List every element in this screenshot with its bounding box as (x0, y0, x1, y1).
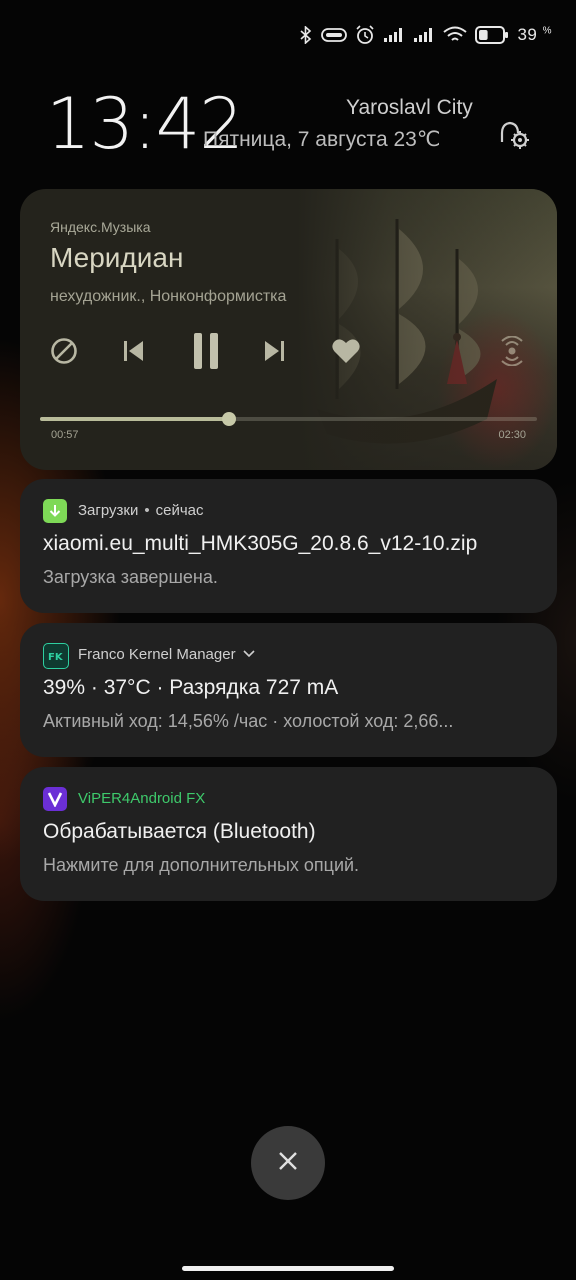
svg-text:FK: FK (48, 652, 64, 663)
dislike-button[interactable] (46, 335, 82, 371)
clear-all-button[interactable] (251, 1126, 325, 1200)
like-button[interactable] (328, 335, 364, 371)
next-icon (261, 338, 287, 369)
signal-icon (413, 27, 435, 43)
separator-dot: • (144, 502, 150, 519)
total-time: 02:30 (498, 429, 526, 441)
viper-app-icon (43, 787, 67, 811)
notification-app-name: Загрузки (78, 502, 139, 519)
date-and-temperature[interactable]: Пятница, 7 августа 23℃ (203, 127, 440, 152)
downloads-app-icon (43, 499, 67, 523)
notification-text: Активный ход: 14,56% /час · холостой ход… (43, 711, 454, 731)
wifi-icon (443, 26, 468, 44)
close-icon (276, 1149, 300, 1178)
notification-title: 39% · 37°C · Разрядка 727 mA (43, 676, 339, 699)
notification-app-header: Загрузки • сейчас (78, 502, 204, 519)
seek-bar[interactable] (40, 412, 537, 426)
notification-downloads[interactable]: Загрузки • сейчас xiaomi.eu_multi_HMK305… (20, 479, 557, 613)
alarm-icon (355, 25, 375, 45)
notification-viper4android[interactable]: ViPER4Android FX Обрабатывается (Bluetoo… (20, 767, 557, 901)
battery-percentage: 39 % (517, 25, 552, 44)
next-button[interactable] (256, 335, 292, 371)
music-app-name: Яндекс.Музыка (50, 219, 151, 235)
notification-text: Загрузка завершена. (43, 567, 218, 587)
status-bar: 39 % (299, 20, 552, 50)
settings-button[interactable] (496, 116, 532, 152)
block-icon (50, 337, 78, 370)
weather-city[interactable]: Yaroslavl City (346, 96, 473, 120)
seek-bar-thumb[interactable] (221, 412, 236, 426)
clock[interactable]: 13:42 (46, 84, 244, 164)
pause-icon (191, 332, 221, 375)
notification-shade: 39 % 13:42 Yaroslavl City Пятница, 7 авг… (0, 0, 576, 1280)
cast-icon (497, 335, 527, 371)
notification-text: Нажмите для дополнительных опций. (43, 855, 360, 875)
notification-app-name: ViPER4Android FX (78, 790, 206, 807)
notification-title: xiaomi.eu_multi_HMK305G_20.8.6_v12-10.zi… (43, 532, 478, 555)
previous-button[interactable] (116, 335, 152, 371)
vpn-key-icon (321, 27, 348, 43)
notification-app-name: Franco Kernel Manager (78, 646, 236, 663)
notification-app-header: ViPER4Android FX (78, 790, 205, 807)
previous-icon (121, 338, 147, 369)
notification-title: Обрабатывается (Bluetooth) (43, 820, 316, 843)
pause-button[interactable] (186, 332, 226, 371)
notification-franco-kernel[interactable]: FK Franco Kernel Manager 39% · 37°C · Ра… (20, 623, 557, 757)
heart-icon (331, 337, 361, 370)
bluetooth-icon (299, 26, 313, 44)
track-artist: нехудожник., Нонконформистка (50, 288, 287, 305)
battery-icon (475, 26, 509, 44)
notification-time: сейчас (155, 502, 204, 519)
home-indicator[interactable] (182, 1266, 394, 1271)
franco-kernel-app-icon: FK (43, 643, 69, 669)
elapsed-time: 00:57 (51, 429, 79, 441)
media-player-card[interactable]: Яндекс.Музыка Меридиан нехудожник., Нонк… (20, 189, 557, 470)
notification-app-header: Franco Kernel Manager (78, 646, 256, 663)
signal-icon (383, 27, 405, 43)
gear-icon (496, 121, 532, 156)
album-art-fade (297, 189, 557, 470)
output-device-button[interactable] (494, 335, 530, 371)
seek-bar-progress (40, 417, 229, 421)
chevron-down-icon[interactable] (242, 646, 256, 663)
track-title: Меридиан (50, 242, 184, 273)
